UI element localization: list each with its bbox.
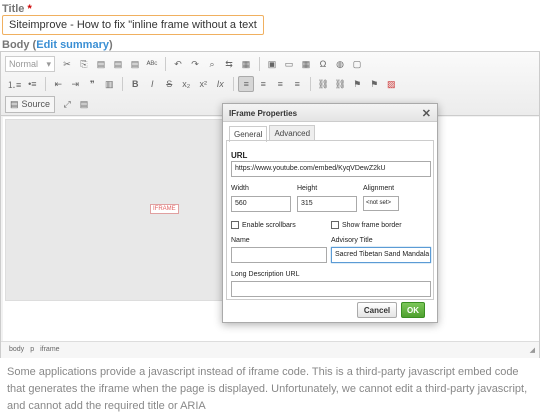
url-input[interactable]: https://www.youtube.com/embed/KyqVDewZ2k… — [231, 161, 431, 177]
body-label: Body (Edit summary) — [2, 39, 113, 51]
paste-icon[interactable]: ▤ — [93, 56, 109, 72]
url-label: URL — [231, 151, 248, 160]
align-left-icon[interactable]: ≡ — [238, 76, 255, 92]
dialog-title-bar[interactable]: IFrame Properties ✕ — [223, 104, 437, 122]
ok-button[interactable]: OK — [401, 302, 425, 318]
edit-summary-link[interactable]: Edit summary — [36, 39, 109, 51]
maximize-icon[interactable]: ⤢ — [59, 96, 75, 112]
element-path-bar: body p iframe — [1, 341, 539, 358]
align-right-icon[interactable]: ≡ — [272, 76, 288, 92]
redo-icon[interactable]: ↷ — [187, 56, 203, 72]
close-icon[interactable]: ✕ — [422, 107, 431, 120]
general-panel: URL https://www.youtube.com/embed/KyqVDe… — [226, 140, 434, 300]
separator — [45, 77, 47, 91]
spellcheck-icon[interactable]: ᴬᴮᶜ — [144, 56, 160, 72]
div-container-icon[interactable]: ▥ — [101, 76, 117, 92]
checkbox-icon — [231, 221, 239, 229]
anchor-icon[interactable]: ⚑ — [349, 76, 365, 92]
strike-icon[interactable]: S — [161, 76, 177, 92]
advisory-title-label: Advisory Title — [331, 237, 373, 244]
flag-icon[interactable]: ⚑ — [366, 76, 382, 92]
width-input[interactable]: 560 — [231, 196, 291, 212]
media-icon[interactable]: ▭ — [281, 56, 297, 72]
longdesc-input[interactable] — [231, 281, 431, 297]
path-body[interactable]: body — [9, 346, 24, 354]
path-p[interactable]: p — [30, 346, 34, 354]
name-input[interactable] — [231, 247, 327, 263]
paste-text-icon[interactable]: ▤ — [110, 56, 126, 72]
separator — [259, 57, 260, 71]
cut-icon[interactable]: ✂ — [59, 56, 75, 72]
body-paragraph: Some applications provide a javascript i… — [7, 366, 528, 412]
blockquote-icon[interactable]: ❞ — [84, 76, 100, 92]
resize-handle-icon[interactable]: ◢ — [530, 346, 535, 354]
title-label: Title * — [2, 3, 32, 15]
path-iframe[interactable]: iframe — [40, 346, 59, 354]
tab-advanced[interactable]: Advanced — [269, 125, 316, 141]
advisory-title-input[interactable]: Sacred Tibetan Sand Mandala — [331, 247, 431, 263]
toolbar-row-3: ▤ Source ⤢ ▤ — [5, 95, 93, 113]
separator — [165, 57, 166, 71]
iframe-placeholder-label: IFRAME — [150, 204, 179, 214]
source-icon: ▤ — [10, 98, 19, 109]
toolbar-row-2: ⒈≡ •≡ ⇤ ⇥ ❞ ▥ B I S x₂ x² Ix ≡ ≡ ≡ ≡ ⛓ ⛓… — [5, 75, 400, 93]
superscript-icon[interactable]: x² — [195, 76, 211, 92]
replace-icon[interactable]: ⇆ — [221, 56, 237, 72]
bold-icon[interactable]: B — [127, 76, 143, 92]
language-icon[interactable]: ▨ — [383, 76, 399, 92]
separator — [122, 77, 124, 91]
special-char-icon[interactable]: Ω — [315, 56, 331, 72]
numbered-list-icon[interactable]: ⒈≡ — [5, 76, 23, 92]
undo-icon[interactable]: ↶ — [170, 56, 186, 72]
link-icon[interactable]: ⛓ — [315, 76, 331, 92]
iframe-icon[interactable]: ◍ — [332, 56, 348, 72]
outdent-icon[interactable]: ⇤ — [50, 76, 66, 92]
toolbar-row-1: Normal ▾ ✂ ⎘ ▤ ▤ ▤ ᴬᴮᶜ ↶ ↷ ⌕ ⇆ ▦ ▣ ▭ ▦ Ω … — [5, 55, 366, 73]
alignment-label: Alignment — [363, 185, 395, 192]
indent-icon[interactable]: ⇥ — [67, 76, 83, 92]
height-label: Height — [297, 185, 318, 192]
height-input[interactable]: 315 — [297, 196, 357, 212]
show-blocks-icon[interactable]: ▤ — [76, 96, 92, 112]
dialog-tabs: General Advanced — [229, 125, 317, 142]
separator — [310, 77, 312, 91]
checkbox-icon — [331, 221, 339, 229]
source-button[interactable]: ▤ Source — [5, 95, 56, 113]
alignment-select[interactable]: <not set> — [363, 196, 399, 211]
copy-icon[interactable]: ⎘ — [76, 56, 92, 72]
find-icon[interactable]: ⌕ — [204, 56, 220, 72]
longdesc-label: Long Description URL — [231, 271, 300, 278]
align-justify-icon[interactable]: ≡ — [289, 76, 305, 92]
italic-icon[interactable]: I — [144, 76, 160, 92]
frameborder-checkbox[interactable]: Show frame border — [331, 221, 402, 229]
scrollbars-checkbox[interactable]: Enable scrollbars — [231, 221, 296, 229]
subscript-icon[interactable]: x₂ — [178, 76, 194, 92]
image-icon[interactable]: ▣ — [264, 56, 280, 72]
table-icon[interactable]: ▦ — [298, 56, 314, 72]
select-all-icon[interactable]: ▦ — [238, 56, 254, 72]
dialog-title: IFrame Properties — [229, 109, 298, 118]
paste-word-icon[interactable]: ▤ — [127, 56, 143, 72]
width-label: Width — [231, 185, 249, 192]
template-icon[interactable]: ▢ — [349, 56, 365, 72]
align-center-icon[interactable]: ≡ — [255, 76, 271, 92]
separator — [233, 77, 235, 91]
format-select[interactable]: Normal ▾ — [5, 56, 55, 72]
iframe-properties-dialog: IFrame Properties ✕ General Advanced URL… — [222, 103, 438, 323]
remove-format-icon[interactable]: Ix — [212, 76, 228, 92]
unlink-icon[interactable]: ⛓ — [332, 76, 348, 92]
title-input[interactable] — [2, 15, 264, 35]
name-label: Name — [231, 237, 250, 244]
cancel-button[interactable]: Cancel — [357, 302, 397, 318]
bulleted-list-icon[interactable]: •≡ — [24, 76, 40, 92]
